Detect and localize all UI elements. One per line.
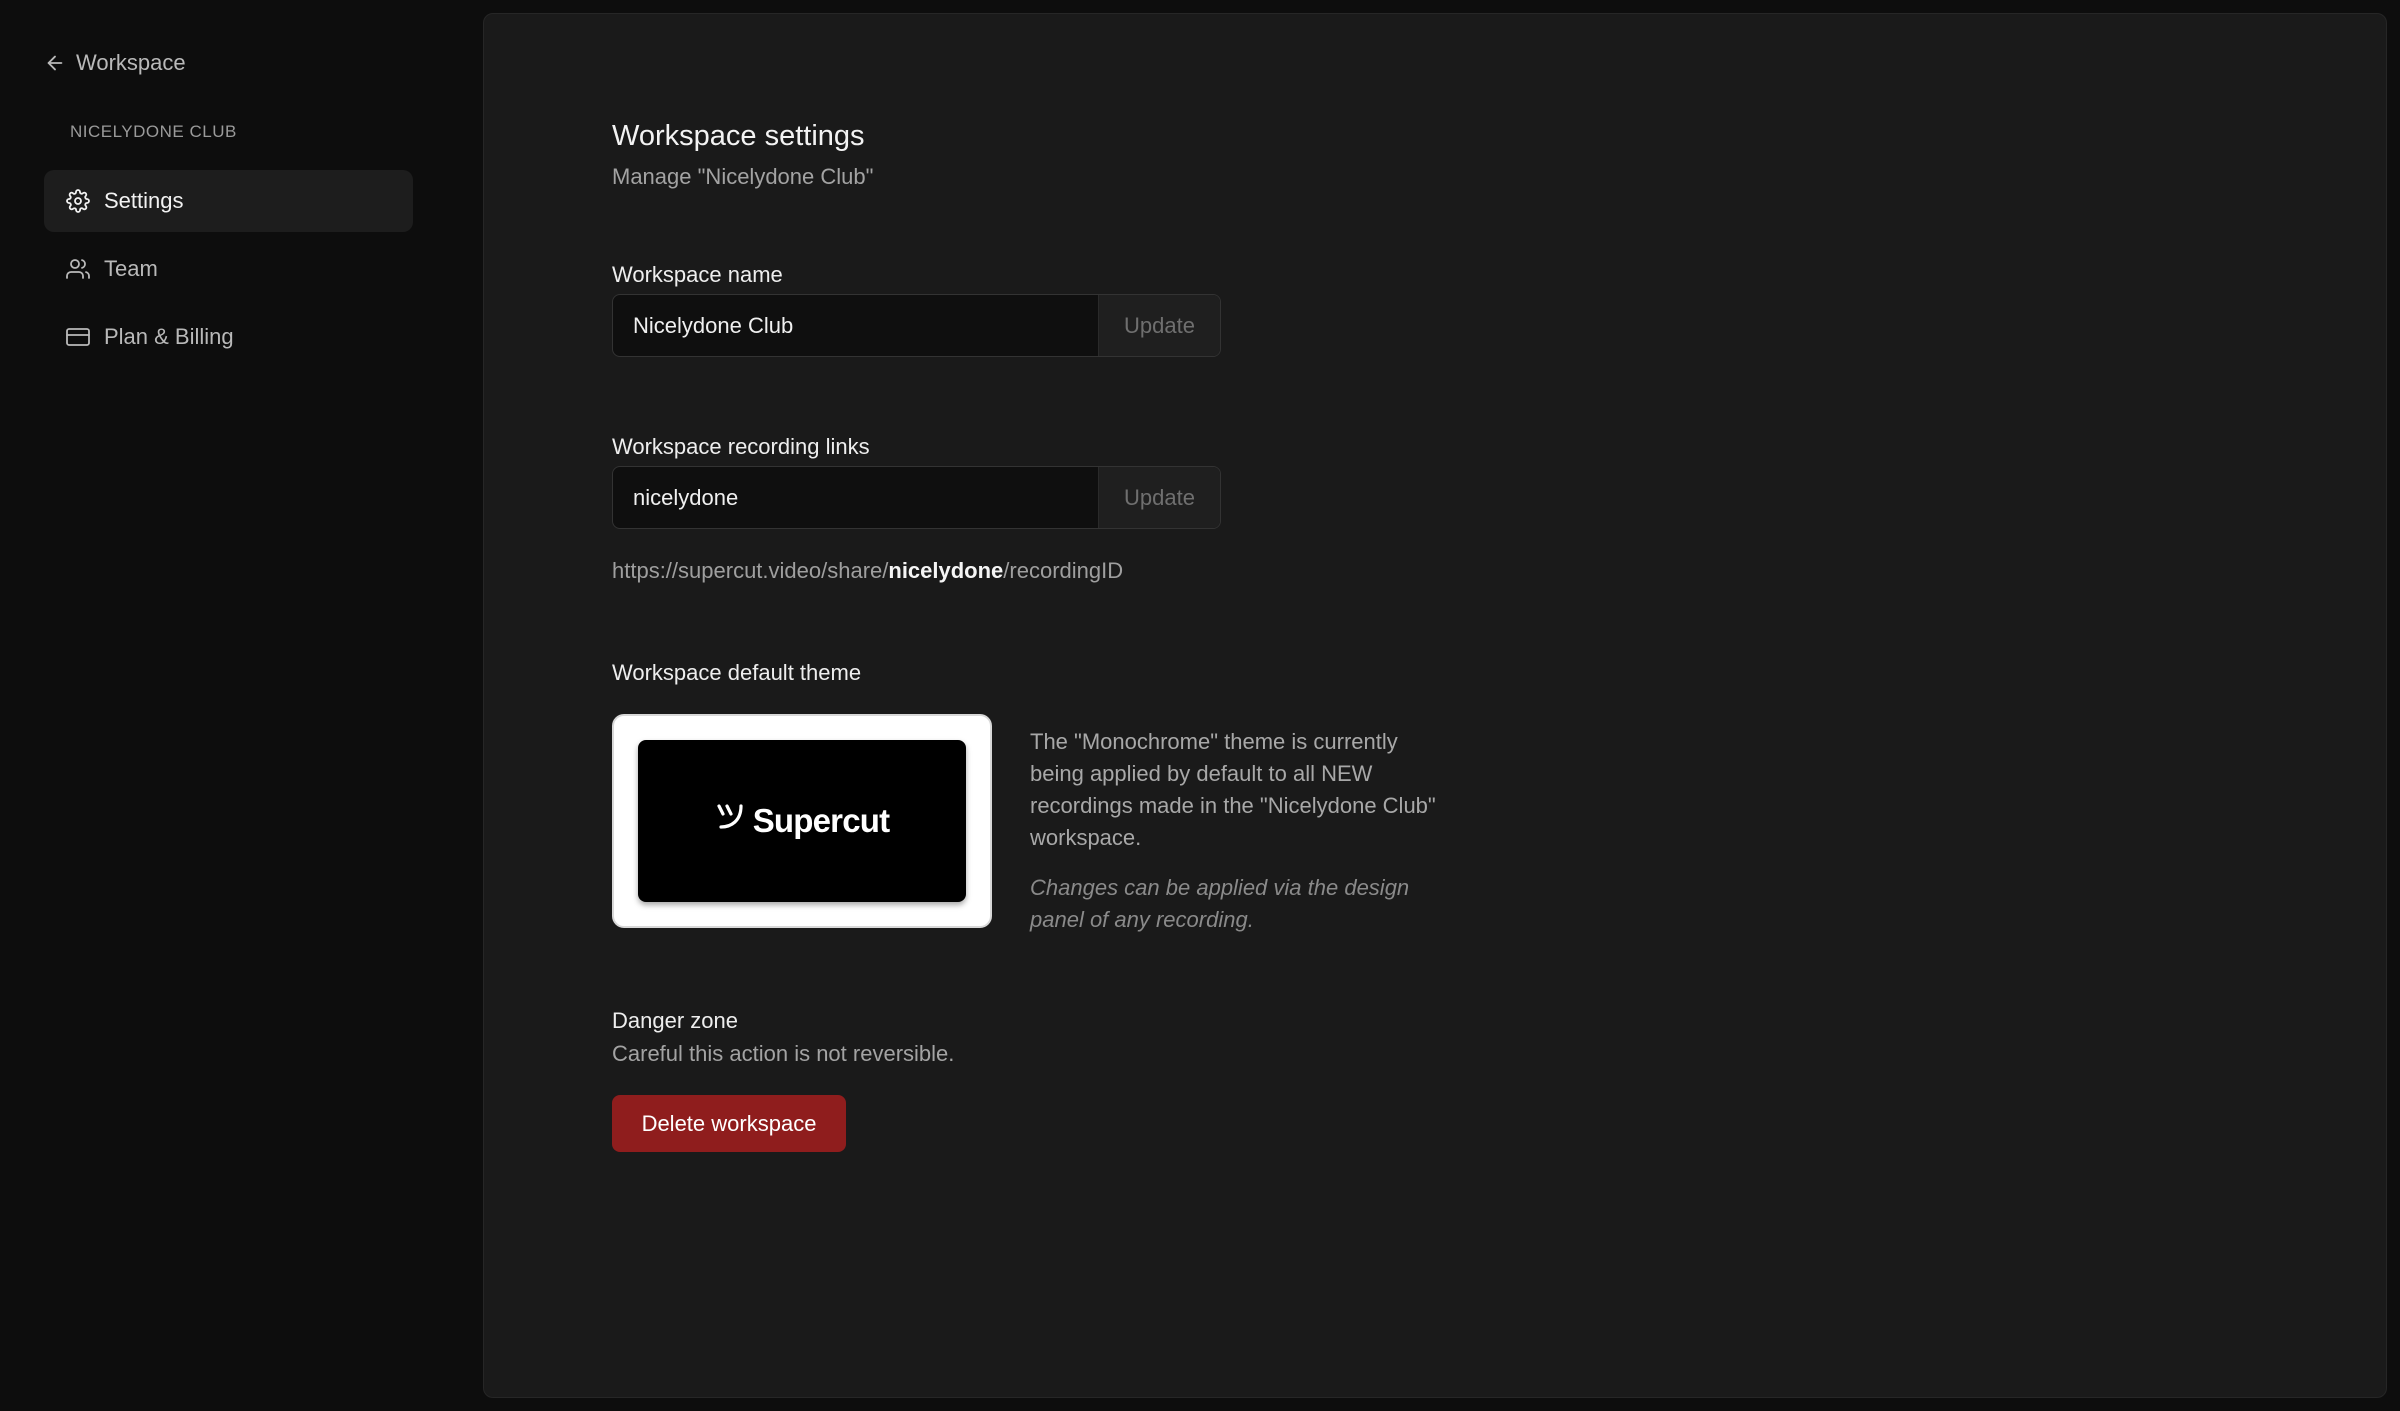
back-to-workspace-link[interactable]: Workspace (44, 50, 186, 76)
workspace-name-label: Workspace name (612, 262, 783, 287)
recording-links-update-button[interactable]: Update (1098, 467, 1220, 528)
page-subtitle: Manage "Nicelydone Club" (612, 164, 874, 189)
default-theme-label: Workspace default theme (612, 660, 862, 685)
sidebar-item-label: Settings (104, 188, 184, 213)
theme-note: Changes can be applied via the design pa… (1030, 875, 1410, 932)
workspace-name-field: Update (612, 294, 1221, 357)
danger-zone-title: Danger zone (612, 1008, 738, 1033)
theme-preview-inner: Supercut (638, 740, 966, 902)
sidebar-item-plan-billing[interactable]: Plan & Billing (44, 306, 413, 368)
recording-links-input[interactable] (613, 467, 1098, 528)
arrow-left-icon (47, 55, 63, 71)
sidebar-item-settings[interactable]: Settings (44, 170, 413, 232)
workspace-name-update-button[interactable]: Update (1098, 295, 1220, 356)
sidebar-item-label: Team (104, 256, 158, 281)
workspace-name-input[interactable] (613, 295, 1098, 356)
recording-links-field: Update (612, 466, 1221, 529)
recording-links-label: Workspace recording links (612, 434, 870, 459)
sidebar-item-label: Plan & Billing (104, 324, 234, 349)
recording-link-preview: https://supercut.video/share/nicelydone/… (612, 558, 1123, 584)
theme-description: The "Monochrome" theme is currently bein… (1030, 729, 1436, 850)
sidebar-item-team[interactable]: Team (44, 238, 413, 300)
sidebar: Workspace NICELYDONE CLUB Settings Team (0, 0, 470, 1411)
theme-preview-card[interactable]: Supercut (612, 714, 992, 928)
link-preview-slug: nicelydone (888, 558, 1004, 583)
settings-panel: Workspace settings Manage "Nicelydone Cl… (483, 13, 2387, 1398)
workspace-org-name: NICELYDONE CLUB (70, 122, 237, 141)
app-root: Workspace NICELYDONE CLUB Settings Team (0, 0, 2400, 1411)
link-preview-prefix: https://supercut.video/share/ (612, 558, 889, 583)
page-title: Workspace settings (612, 120, 865, 152)
users-icon (66, 259, 90, 279)
sidebar-nav: Settings Team Plan & Billing (44, 170, 413, 374)
danger-zone-description: Careful this action is not reversible. (612, 1041, 955, 1066)
theme-logo-text: Supercut (752, 802, 890, 839)
delete-workspace-button[interactable]: Delete workspace (612, 1095, 846, 1152)
link-preview-suffix: /recordingID (1003, 558, 1124, 583)
gear-icon (66, 189, 90, 213)
supercut-logo-icon (717, 804, 743, 829)
credit-card-icon (66, 328, 90, 346)
back-link-label: Workspace (76, 50, 186, 75)
